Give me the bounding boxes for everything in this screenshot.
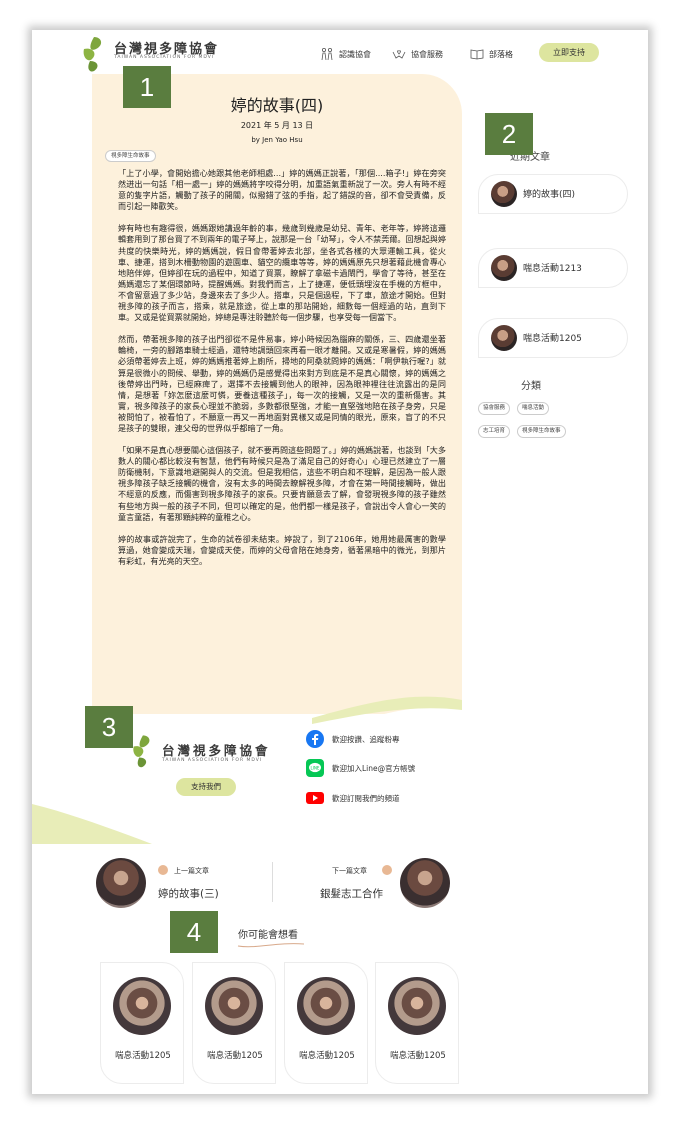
prev-post-thumbnail[interactable]: [96, 858, 146, 908]
next-post-title[interactable]: 銀髮志工合作: [320, 886, 383, 901]
article-tag[interactable]: 視多障生命故事: [105, 150, 156, 162]
category-chip[interactable]: 協會服務: [478, 402, 511, 415]
categories-title: 分類: [521, 381, 541, 392]
category-chip[interactable]: 喘息活動: [517, 402, 550, 415]
facebook-label: 歡迎按讚、追蹤粉專: [332, 734, 400, 744]
next-post-thumbnail[interactable]: [400, 858, 450, 908]
category-chip[interactable]: 視多障生命故事: [517, 425, 566, 438]
article-paragraph: 「上了小學，會開始擔心她跟其他老師相處...」婷的媽媽正說著，「那個....箱子…: [118, 168, 446, 212]
nav-about[interactable]: 認識協會: [320, 45, 371, 63]
youtube-link[interactable]: 歡迎訂閱我們的頻道: [306, 789, 400, 807]
related-post-card[interactable]: 喘息活動1205: [284, 962, 368, 1084]
prev-post-caption: 上一篇文章: [174, 867, 209, 875]
book-icon: [470, 49, 484, 60]
related-post-photo: [297, 977, 355, 1035]
marker-4: 4: [170, 911, 218, 953]
hands-heart-icon: [392, 50, 406, 59]
recent-post-thumbnail: [491, 181, 517, 207]
line-label: 歡迎加入Line@官方帳號: [332, 763, 416, 773]
next-post-caption: 下一篇文章: [332, 867, 367, 875]
prev-post-dot: [158, 865, 168, 875]
line-icon: LINE: [306, 759, 324, 777]
people-icon: [321, 47, 333, 61]
page-frame: 台灣視多障協會 TAIWAN ASSOCIATION FOR MDVI 認識協會…: [32, 30, 648, 1094]
recent-post-item[interactable]: 喘息活動1205: [478, 318, 628, 358]
recent-post-item[interactable]: 婷的故事(四): [478, 174, 628, 214]
nav-service[interactable]: 協會服務: [392, 45, 443, 63]
youtube-label: 歡迎訂閱我們的頻道: [332, 793, 400, 803]
nav-about-label: 認識協會: [339, 49, 371, 59]
related-post-photo: [205, 977, 263, 1035]
nav-service-label: 協會服務: [411, 49, 443, 59]
related-post-photo: [113, 977, 171, 1035]
footer-logo-text[interactable]: 台灣視多障協會: [162, 740, 271, 759]
related-post-photo: [388, 977, 446, 1035]
article-author: by Jen Yao Hsu: [251, 136, 303, 144]
post-nav-divider: [272, 862, 273, 902]
article-paragraph: 婷有時也有趣得很，媽媽跟她講過年齡的事，幾歲到幾歲是幼兒、青年、老年等，婷將這邏…: [118, 223, 446, 323]
line-link[interactable]: LINE 歡迎加入Line@官方帳號: [306, 759, 415, 777]
related-post-card[interactable]: 喘息活動1205: [100, 962, 184, 1084]
prev-post-title[interactable]: 婷的故事(三): [158, 886, 219, 901]
article-paragraph: 婷的故事或許說完了，生命的試卷卻未結束。婷說了，到了2106年，她用她最厲害的數…: [118, 533, 446, 566]
facebook-icon: [306, 730, 324, 748]
related-post-label: 喘息活動1205: [207, 1051, 263, 1061]
svg-text:LINE: LINE: [311, 765, 320, 770]
next-post-dot: [382, 865, 392, 875]
related-post-card[interactable]: 喘息活動1205: [375, 962, 459, 1084]
facebook-link[interactable]: 歡迎按讚、追蹤粉專: [306, 730, 400, 748]
recent-post-label: 婷的故事(四): [523, 190, 576, 200]
marker-2: 2: [485, 113, 533, 155]
logo-leaf-icon[interactable]: [80, 35, 106, 75]
recent-post-label: 喘息活動1213: [523, 264, 582, 274]
recent-post-item[interactable]: 喘息活動1213: [478, 248, 628, 288]
footer-logo-subtitle: TAIWAN ASSOCIATION FOR MDVI: [162, 758, 263, 763]
category-chip[interactable]: 志工培育: [478, 425, 511, 438]
related-post-label: 喘息活動1205: [115, 1051, 171, 1061]
article-body: 「上了小學，會開始擔心她跟其他老師相處...」婷的媽媽正說著，「那個....箱子…: [118, 168, 446, 578]
marker-3: 3: [85, 706, 133, 748]
recent-post-label: 喘息活動1205: [523, 334, 582, 344]
nav-blog-label: 部落格: [489, 49, 513, 59]
nav-blog[interactable]: 部落格: [470, 45, 513, 63]
article-paragraph: 「如果不是真心想要關心這個孩子，就不要再問這些問題了。」婷的媽媽說著，也談到「大…: [118, 445, 446, 522]
related-title-underline: [237, 943, 305, 948]
related-post-label: 喘息活動1205: [390, 1051, 446, 1061]
support-now-button[interactable]: 立即支持: [539, 43, 599, 62]
footer-logo-leaf-icon[interactable]: [130, 732, 154, 772]
logo-subtitle: TAIWAN ASSOCIATION FOR MDVI: [114, 55, 215, 60]
related-posts-title: 你可能會想看: [238, 930, 298, 941]
youtube-icon: [306, 792, 324, 804]
article-paragraph: 然而，帶著視多障的孩子出門卻從不是件易事，婷小時候因為腦麻的關係，三、四歲還坐著…: [118, 334, 446, 433]
related-post-label: 喘息活動1205: [299, 1051, 355, 1061]
marker-1: 1: [123, 66, 171, 108]
article-date: 2021 年 5 月 13 日: [240, 121, 314, 130]
recent-post-thumbnail: [491, 325, 517, 351]
recent-post-thumbnail: [491, 255, 517, 281]
support-us-button[interactable]: 支持我們: [176, 778, 236, 796]
related-post-card[interactable]: 喘息活動1205: [192, 962, 276, 1084]
